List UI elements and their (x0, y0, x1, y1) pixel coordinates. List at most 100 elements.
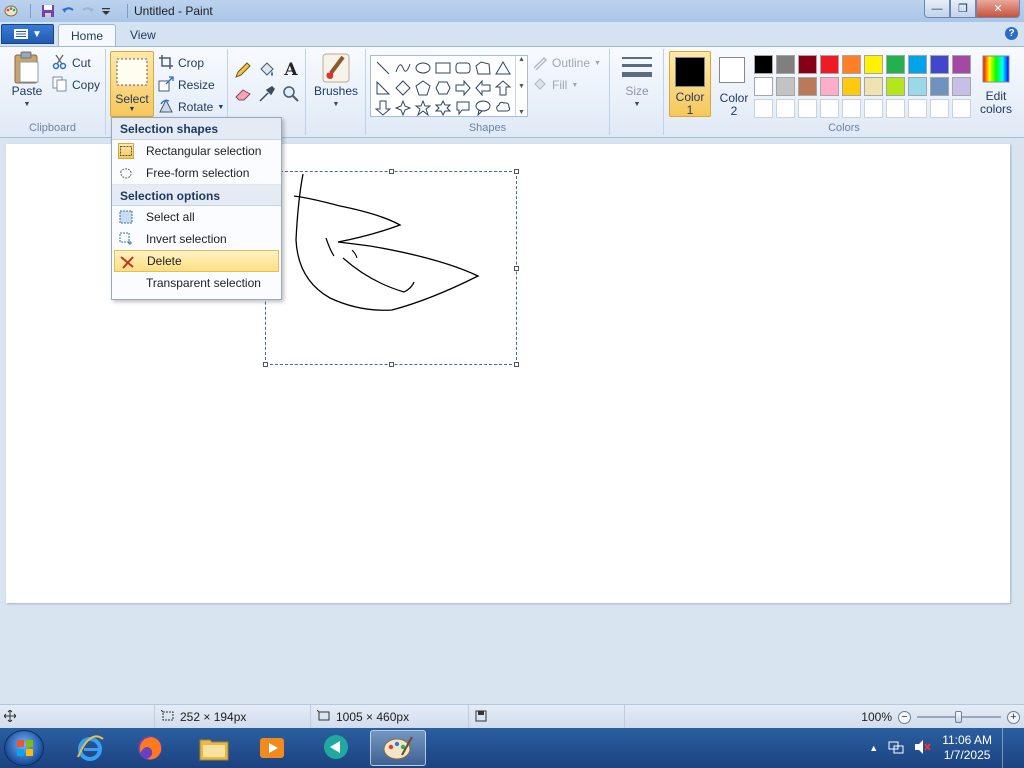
paint-menu-button[interactable]: ▼ (1, 24, 54, 44)
cloud-callout-shape-icon[interactable] (493, 98, 513, 118)
five-point-star-shape-icon[interactable] (413, 98, 433, 118)
selection-handle-n[interactable] (389, 169, 394, 174)
rotate-button[interactable]: Rotate ▼ (158, 97, 224, 117)
hexagon-shape-icon[interactable] (433, 78, 453, 98)
undo-icon[interactable] (61, 4, 75, 18)
selection-rectangle[interactable] (263, 169, 519, 367)
zoom-slider[interactable] (917, 711, 1001, 723)
selection-handle-s[interactable] (389, 362, 394, 367)
magnifier-icon[interactable] (280, 83, 302, 105)
rounded-callout-shape-icon[interactable] (453, 98, 473, 118)
taskbar-clock[interactable]: 11:06 AM 1/7/2025 (942, 733, 992, 763)
palette-swatch[interactable] (908, 55, 927, 74)
palette-swatch[interactable] (776, 99, 795, 118)
zoom-out-icon[interactable]: − (898, 710, 911, 724)
palette-swatch[interactable] (952, 55, 971, 74)
oval-shape-icon[interactable] (413, 58, 433, 78)
right-arrow-shape-icon[interactable] (453, 78, 473, 98)
palette-swatch[interactable] (776, 77, 795, 96)
selection-handle-e[interactable] (514, 266, 519, 271)
color-picker-icon[interactable] (256, 83, 278, 105)
tab-home[interactable]: Home (58, 24, 117, 46)
maximize-button[interactable]: ❐ (950, 0, 976, 18)
menu-item-delete[interactable]: Delete (114, 250, 279, 272)
taskbar-file-explorer[interactable] (186, 730, 242, 766)
menu-item-rectangular-selection[interactable]: Rectangular selection (112, 140, 281, 162)
palette-swatch[interactable] (754, 99, 773, 118)
line-shape-icon[interactable] (373, 58, 393, 78)
redo-icon[interactable] (81, 4, 95, 18)
tab-view[interactable]: View (118, 24, 168, 46)
pentagon-shape-icon[interactable] (413, 78, 433, 98)
size-button[interactable]: Size ▼ (618, 51, 656, 111)
eraser-icon[interactable] (232, 83, 254, 105)
volume-muted-icon[interactable] (914, 739, 932, 758)
paste-button[interactable]: Paste ▼ (8, 51, 46, 111)
cut-button[interactable]: Cut (52, 53, 91, 73)
crop-button[interactable]: Crop (158, 53, 204, 73)
right-triangle-shape-icon[interactable] (373, 78, 393, 98)
show-hidden-icons-icon[interactable]: ▲ (869, 743, 878, 753)
palette-swatch[interactable] (908, 77, 927, 96)
palette-swatch[interactable] (798, 77, 817, 96)
color-2-button[interactable]: Color 2 (714, 51, 754, 118)
taskbar-paint[interactable] (370, 730, 426, 766)
fill-bucket-icon[interactable] (256, 59, 278, 81)
palette-swatch[interactable] (952, 99, 971, 118)
scroll-down-icon[interactable]: ▼ (518, 83, 525, 90)
oval-callout-shape-icon[interactable] (473, 98, 493, 118)
pencil-icon[interactable] (232, 59, 254, 81)
selection-handle-se[interactable] (514, 362, 519, 367)
palette-swatch[interactable] (754, 77, 773, 96)
six-point-star-shape-icon[interactable] (433, 98, 453, 118)
taskbar-media-player[interactable] (244, 730, 300, 766)
palette-swatch[interactable] (842, 77, 861, 96)
taskbar-firefox[interactable] (122, 730, 178, 766)
up-arrow-shape-icon[interactable] (493, 78, 513, 98)
taskbar-chat-app[interactable] (308, 730, 364, 766)
down-arrow-shape-icon[interactable] (373, 98, 393, 118)
four-point-star-shape-icon[interactable] (393, 98, 413, 118)
palette-swatch[interactable] (798, 55, 817, 74)
palette-swatch[interactable] (842, 99, 861, 118)
palette-swatch[interactable] (930, 99, 949, 118)
palette-swatch[interactable] (864, 99, 883, 118)
taskbar-internet-explorer[interactable] (62, 730, 118, 766)
text-icon[interactable]: A (280, 59, 302, 81)
menu-item-transparent-selection[interactable]: Transparent selection (112, 272, 281, 294)
start-button[interactable] (4, 730, 44, 766)
palette-swatch[interactable] (908, 99, 927, 118)
color-1-button[interactable]: Color 1 (669, 51, 711, 117)
selection-handle-ne[interactable] (514, 169, 519, 174)
zoom-in-icon[interactable]: + (1007, 710, 1020, 724)
select-button[interactable]: Select ▼ (110, 51, 154, 117)
palette-swatch[interactable] (864, 77, 883, 96)
palette-swatch[interactable] (864, 55, 883, 74)
palette-swatch[interactable] (754, 55, 773, 74)
palette-swatch[interactable] (930, 77, 949, 96)
resize-button[interactable]: Resize (158, 75, 215, 95)
menu-item-select-all[interactable]: Select all (112, 206, 281, 228)
save-icon[interactable] (41, 4, 55, 18)
shapes-scrollbar[interactable]: ▲ ▼ ▼ (515, 56, 527, 116)
palette-swatch[interactable] (886, 77, 905, 96)
gallery-more-icon[interactable]: ▼ (518, 109, 525, 116)
palette-swatch[interactable] (842, 55, 861, 74)
palette-swatch[interactable] (776, 55, 795, 74)
left-arrow-shape-icon[interactable] (473, 78, 493, 98)
palette-swatch[interactable] (930, 55, 949, 74)
paint-app-icon[interactable] (4, 4, 18, 18)
palette-swatch[interactable] (820, 99, 839, 118)
close-button[interactable]: ✕ (976, 0, 1020, 18)
diamond-shape-icon[interactable] (393, 78, 413, 98)
help-icon[interactable]: ? (1005, 27, 1018, 40)
menu-item-invert-selection[interactable]: Invert selection (112, 228, 281, 250)
brushes-button[interactable]: Brushes ▼ (314, 51, 358, 111)
outline-button[interactable]: Outline ▼ (532, 53, 601, 73)
palette-swatch[interactable] (886, 99, 905, 118)
rounded-rectangle-shape-icon[interactable] (453, 58, 473, 78)
network-icon[interactable] (888, 739, 904, 758)
palette-swatch[interactable] (886, 55, 905, 74)
scroll-up-icon[interactable]: ▲ (518, 56, 525, 63)
curve-shape-icon[interactable] (393, 58, 413, 78)
